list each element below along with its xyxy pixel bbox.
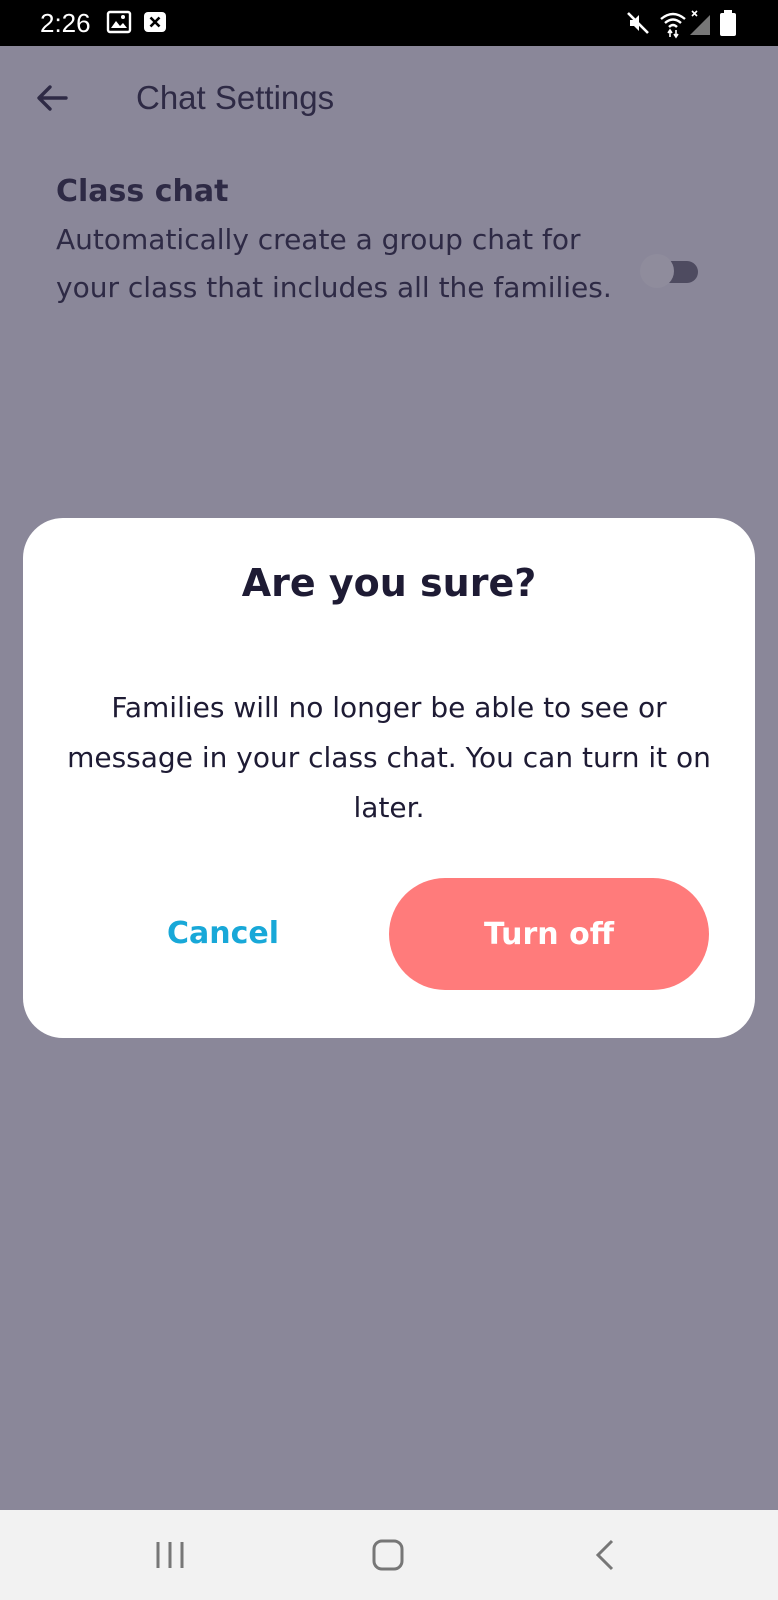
recent-apps-icon xyxy=(156,1542,184,1568)
recent-apps-button[interactable] xyxy=(140,1530,200,1580)
cancel-button[interactable]: Cancel xyxy=(123,878,323,988)
back-nav-button[interactable] xyxy=(576,1530,636,1580)
signal-icon xyxy=(688,9,714,41)
home-button[interactable] xyxy=(358,1530,418,1580)
arrow-left-icon xyxy=(37,85,68,111)
mute-icon xyxy=(624,9,652,41)
battery-icon xyxy=(718,9,738,41)
back-button[interactable] xyxy=(30,74,78,122)
back-nav-icon xyxy=(595,1539,614,1571)
setting-title: Class chat xyxy=(56,174,229,209)
image-icon xyxy=(106,9,132,39)
system-nav-bar xyxy=(0,1510,778,1600)
status-bar: 2:26 xyxy=(0,0,778,46)
setting-description: Automatically create a group chat for yo… xyxy=(56,223,612,304)
home-icon xyxy=(372,1539,404,1571)
toggle-knob xyxy=(640,254,674,288)
wifi-icon xyxy=(658,9,688,43)
confirm-dialog: Are you sure? Families will no longer be… xyxy=(23,518,755,1038)
close-box-icon xyxy=(142,9,168,39)
turn-off-button[interactable]: Turn off xyxy=(389,878,709,990)
dialog-message: Families will no longer be able to see o… xyxy=(67,691,711,824)
class-chat-setting: Class chat Automatically create a group … xyxy=(56,168,616,312)
page-title: Chat Settings xyxy=(136,79,335,116)
class-chat-toggle[interactable] xyxy=(640,252,700,288)
status-time: 2:26 xyxy=(40,8,91,38)
dialog-title: Are you sure? xyxy=(241,561,537,605)
